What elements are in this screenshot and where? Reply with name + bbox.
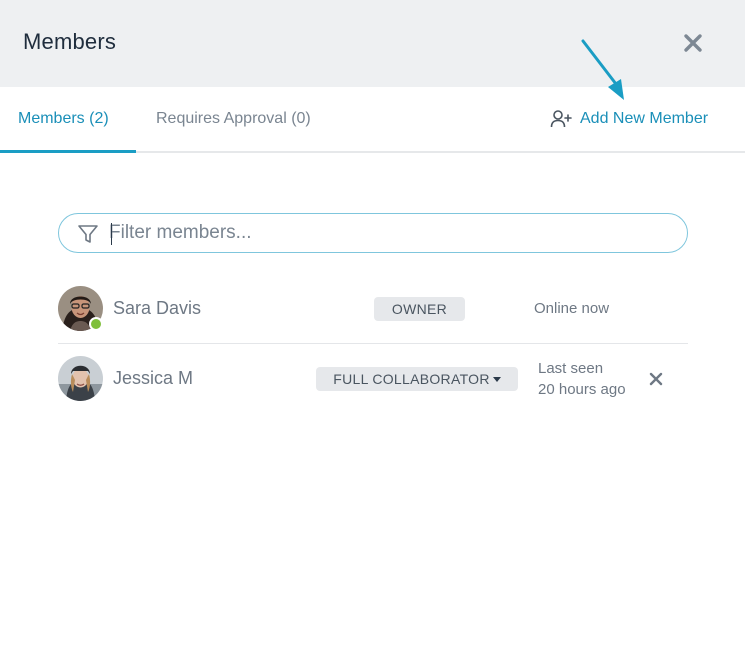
tab-members[interactable]: Members (2) — [0, 87, 136, 153]
filter-icon — [78, 225, 98, 243]
role-dropdown[interactable]: FULL COLLABORATOR — [316, 367, 518, 391]
close-icon — [649, 372, 663, 386]
filter-members-field[interactable] — [58, 213, 688, 253]
online-status-dot — [89, 317, 103, 331]
tab-requires-approval[interactable]: Requires Approval (0) — [156, 87, 311, 153]
modal-title: Members — [23, 29, 117, 54]
member-row: Sara Davis OWNER Online now — [58, 274, 688, 344]
add-new-member-button[interactable]: Add New Member — [550, 107, 708, 131]
remove-member-button[interactable] — [648, 371, 664, 387]
close-button[interactable] — [680, 30, 706, 56]
avatar-image — [58, 356, 103, 401]
add-user-icon — [550, 110, 572, 128]
add-new-member-label: Add New Member — [580, 110, 709, 127]
member-name: Sara Davis — [113, 298, 202, 318]
filter-members-input[interactable] — [109, 218, 669, 248]
close-icon — [684, 34, 702, 52]
text-cursor — [111, 223, 112, 245]
member-status: Last seen 20 hours ago — [538, 358, 626, 400]
last-seen-label: Last seen — [538, 360, 604, 377]
last-seen-time: 20 hours ago — [538, 381, 626, 398]
avatar — [58, 356, 103, 401]
role-dropdown-label: FULL COLLABORATOR — [333, 371, 490, 387]
annotation-arrow-icon — [581, 39, 624, 100]
member-row: Jessica M FULL COLLABORATOR Last seen 20… — [58, 344, 688, 414]
member-status: Online now — [534, 300, 610, 317]
tab-bar: Members (2) Requires Approval (0) Add Ne… — [0, 87, 745, 153]
modal-header: Members — [0, 0, 745, 87]
caret-down-icon — [492, 376, 501, 382]
role-badge: OWNER — [374, 297, 465, 321]
member-name: Jessica M — [113, 368, 194, 388]
